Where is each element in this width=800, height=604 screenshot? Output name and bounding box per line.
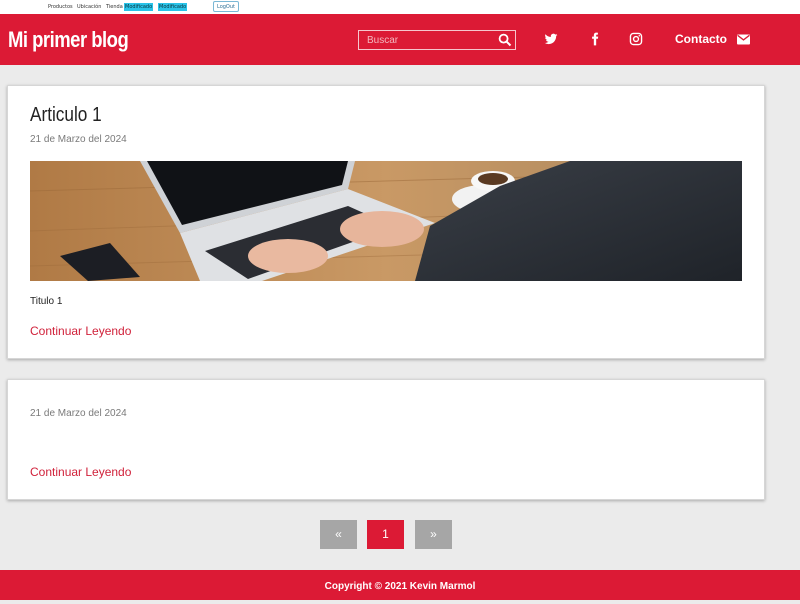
nav-link-highlight-1[interactable]: Modificado [124,3,154,11]
contact-link[interactable]: Contacto [675,32,727,46]
article-date: 21 de Marzo del 2024 [30,408,127,419]
nav-link-ubicacion[interactable]: Ubicación [77,4,101,10]
envelope-icon[interactable] [737,34,750,45]
pagination-page-1[interactable]: 1 [367,520,404,549]
article-card-2: 21 de Marzo del 2024 Continuar Leyendo [7,379,765,500]
pagination-prev-button[interactable]: « [320,520,357,549]
facebook-icon[interactable] [588,32,602,46]
article-title[interactable]: Articulo 1 [30,104,102,127]
logout-button[interactable]: LogOut [213,1,239,12]
twitter-icon[interactable] [544,32,558,46]
search-icon[interactable] [498,33,512,47]
site-header: Mi primer blog Contacto [0,14,800,65]
article-image [30,161,742,281]
copyright-text: Copyright © 2021 Kevin Marmol [324,581,476,592]
search-box [358,30,516,50]
article-card-1: Articulo 1 21 de Marzo del 2024 Titulo 1… [7,85,765,359]
search-input[interactable] [359,31,495,49]
nav-link-productos[interactable]: Productos [48,4,73,10]
nav-link-highlight-2[interactable]: Modificado [158,3,188,11]
site-footer: Copyright © 2021 Kevin Marmol [0,570,800,600]
read-more-link[interactable]: Continuar Leyendo [30,324,131,338]
read-more-link[interactable]: Continuar Leyendo [30,465,131,479]
top-nav-bar: Productos Ubicación Tienda Modificado Mo… [0,0,800,14]
pagination-next-button[interactable]: » [415,520,452,549]
article-excerpt: Titulo 1 [30,296,63,307]
site-brand[interactable]: Mi primer blog [8,27,129,53]
article-date: 21 de Marzo del 2024 [30,134,127,145]
instagram-icon[interactable] [629,32,643,46]
nav-link-tienda[interactable]: Tienda [106,4,123,10]
